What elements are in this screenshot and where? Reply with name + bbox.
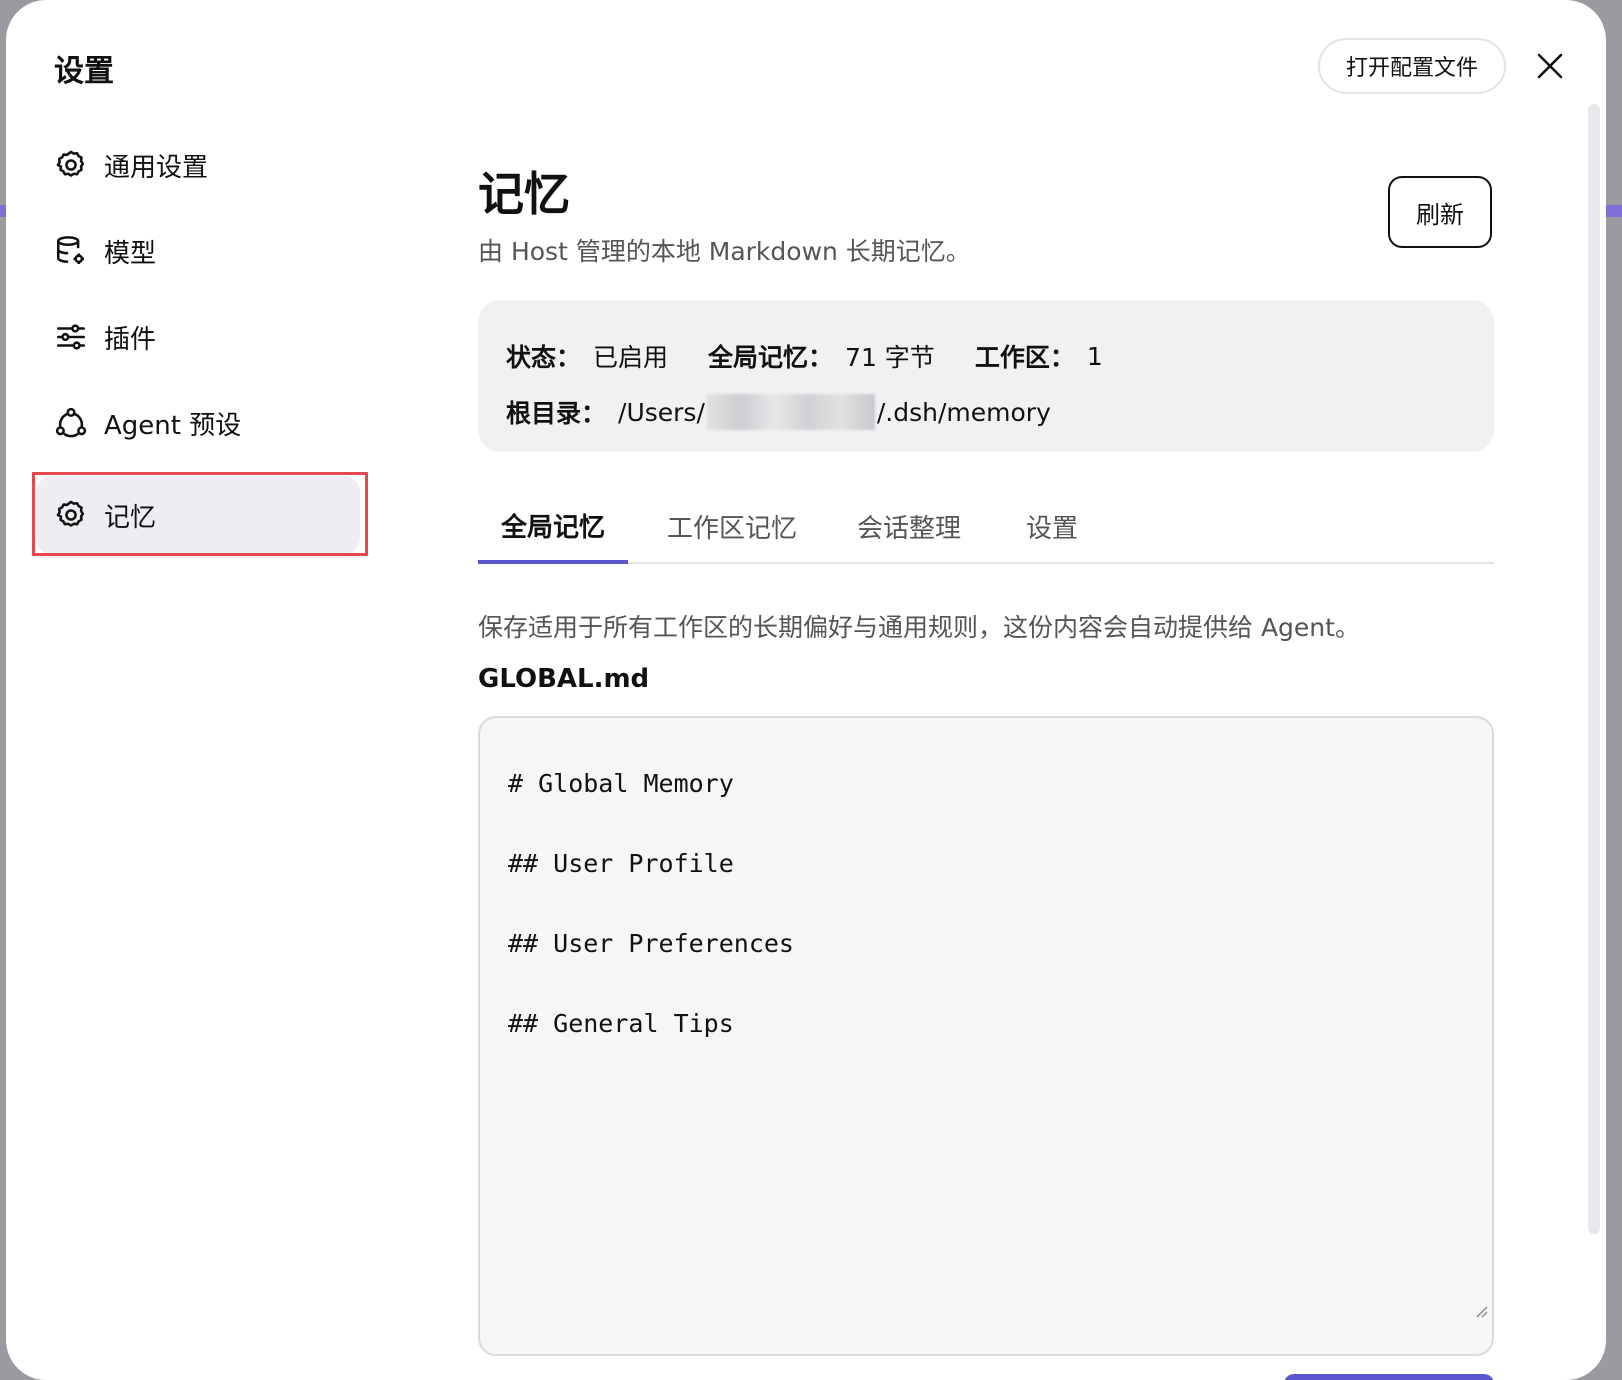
status-label: 状态：	[506, 343, 582, 372]
page-subtitle: 由 Host 管理的本地 Markdown 长期记忆。	[478, 237, 971, 266]
save-button-edge[interactable]	[1284, 1374, 1494, 1380]
editor-line: # Global Memory	[508, 769, 734, 798]
editor-line: ## General Tips	[508, 1009, 734, 1038]
root-dir-row: 根目录： /Users/ /.dsh/memory	[506, 384, 1466, 440]
sidebar-item-label: 通用设置	[104, 152, 209, 183]
workspace-count: 1	[1086, 341, 1103, 371]
memory-editor[interactable]: # Global Memory ## User Profile ## User …	[478, 716, 1494, 1356]
global-memory-size: 71 字节	[845, 343, 935, 372]
sidebar-item-plugins[interactable]: 插件	[36, 298, 366, 376]
close-icon	[1537, 53, 1563, 79]
close-button[interactable]	[1530, 46, 1570, 86]
settings-modal: 设置 打开配置文件 通用设置 模型 插件 Agent 预设 记忆 记忆 由 Ho…	[6, 0, 1606, 1380]
sidebar-item-agent-presets[interactable]: Agent 预设	[36, 384, 366, 462]
tab-session-organize[interactable]: 会话整理	[844, 490, 974, 562]
scrollbar[interactable]	[1588, 104, 1600, 1234]
tab-description: 保存适用于所有工作区的长期偏好与通用规则，这份内容会自动提供给 Agent。	[478, 613, 1360, 642]
root-dir-suffix: /.dsh/memory	[876, 397, 1051, 427]
sidebar-item-label: 模型	[104, 238, 157, 269]
status-row: 状态： 已启用 全局记忆： 71 字节 工作区： 1	[506, 328, 1466, 384]
gear-icon	[54, 148, 88, 182]
page-title: 记忆	[478, 167, 570, 221]
root-dir-label: 根目录：	[506, 399, 607, 428]
sidebar-item-models[interactable]: 模型	[36, 212, 366, 290]
highlight-outline	[32, 472, 368, 556]
editor-line: ## User Profile	[508, 849, 734, 878]
database-gear-icon	[54, 234, 88, 268]
open-config-file-button[interactable]: 打开配置文件	[1318, 38, 1506, 94]
memory-tabs: 全局记忆 工作区记忆 会话整理 设置	[478, 490, 1494, 564]
refresh-button[interactable]: 刷新	[1388, 176, 1492, 248]
workspace-label: 工作区：	[974, 343, 1075, 372]
sidebar-item-label: Agent 预设	[104, 410, 242, 441]
sidebar-item-label: 插件	[104, 324, 157, 355]
global-memory-label: 全局记忆：	[708, 343, 834, 372]
modal-title: 设置	[54, 54, 114, 89]
root-dir-prefix: /Users/	[618, 397, 705, 427]
sidebar-item-general[interactable]: 通用设置	[36, 126, 366, 204]
agent-network-icon	[54, 406, 88, 440]
status-card: 状态： 已启用 全局记忆： 71 字节 工作区： 1 根目录： /Users/ …	[478, 300, 1494, 452]
sliders-icon	[54, 320, 88, 354]
tab-settings[interactable]: 设置	[1014, 490, 1090, 562]
editor-line: ## User Preferences	[508, 929, 794, 958]
tab-global-memory[interactable]: 全局记忆	[478, 490, 628, 564]
status-value: 已启用	[593, 343, 669, 372]
redacted-username	[706, 394, 875, 430]
resize-handle-icon[interactable]	[1472, 1270, 1488, 1350]
file-name: GLOBAL.md	[478, 664, 650, 694]
tab-workspace-memory[interactable]: 工作区记忆	[654, 490, 810, 562]
